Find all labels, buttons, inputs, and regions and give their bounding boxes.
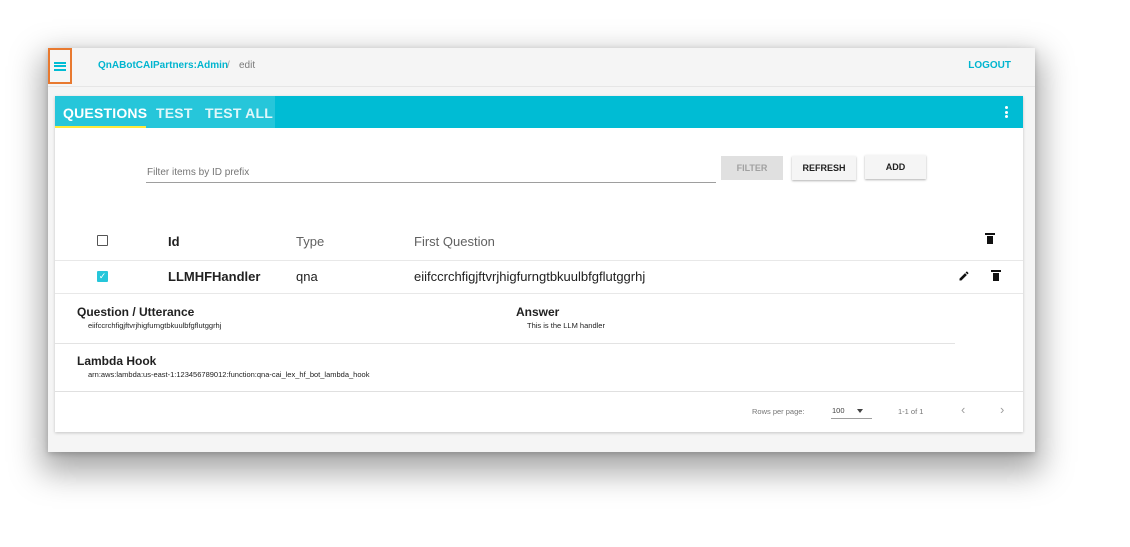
active-tab-indicator xyxy=(55,126,146,128)
lambda-hook-value: arn:aws:lambda:us-east-1:123456789012:fu… xyxy=(88,370,370,379)
divider xyxy=(55,260,1023,261)
column-header-first-question[interactable]: First Question xyxy=(414,234,495,249)
questions-card: QUESTIONS TEST TEST ALL FILTER REFRESH A… xyxy=(55,96,1023,432)
row-first-question: eiifccrchfigjftvrjhigfurngtbkuulbfgflutg… xyxy=(414,269,646,284)
tab-questions[interactable]: QUESTIONS xyxy=(63,105,147,121)
breadcrumb-current: edit xyxy=(239,60,256,71)
column-header-id[interactable]: Id xyxy=(168,234,180,249)
answer-label: Answer xyxy=(516,305,560,319)
filter-input[interactable] xyxy=(146,165,717,178)
divider xyxy=(55,293,1023,294)
tab-test-all[interactable]: TEST ALL xyxy=(205,105,273,121)
refresh-button[interactable]: REFRESH xyxy=(792,156,856,180)
breadcrumb-separator: / xyxy=(227,60,230,71)
more-vert-icon[interactable] xyxy=(1005,106,1008,118)
add-button[interactable]: ADD xyxy=(865,155,926,179)
chevron-right-icon[interactable]: › xyxy=(1000,402,1004,417)
question-utterance-label: Question / Utterance xyxy=(77,305,195,319)
tab-test[interactable]: TEST xyxy=(156,105,193,121)
select-all-checkbox[interactable] xyxy=(97,235,108,246)
divider xyxy=(55,391,1023,392)
rows-per-page-value: 100 xyxy=(832,406,845,415)
dropdown-arrow-icon xyxy=(857,409,863,413)
delete-selected-icon[interactable] xyxy=(985,233,995,244)
edit-icon[interactable] xyxy=(958,270,970,282)
delete-row-icon[interactable] xyxy=(991,270,1001,281)
breadcrumb-bot-link[interactable]: QnABotCAIPartners:Admin xyxy=(98,60,228,71)
logout-button[interactable]: LOGOUT xyxy=(968,60,1011,71)
rows-per-page-label: Rows per page: xyxy=(752,407,805,416)
menu-button[interactable] xyxy=(48,48,72,84)
app-window: QnABotCAIPartners:Admin / edit LOGOUT QU… xyxy=(48,48,1035,452)
answer-value: This is the LLM handler xyxy=(527,321,605,330)
question-utterance-value: eiifccrchfigjftvrjhigfurngtbkuulbfgflutg… xyxy=(88,321,222,330)
top-app-bar: QnABotCAIPartners:Admin / edit LOGOUT xyxy=(48,48,1035,87)
column-header-type[interactable]: Type xyxy=(296,234,324,249)
pagination-range: 1-1 of 1 xyxy=(898,407,924,416)
divider xyxy=(55,343,955,344)
hamburger-menu-icon xyxy=(54,61,66,71)
chevron-left-icon[interactable]: ‹ xyxy=(961,402,965,417)
row-checkbox[interactable]: ✓ xyxy=(97,271,108,282)
tab-bar: QUESTIONS TEST TEST ALL xyxy=(55,96,1023,128)
lambda-hook-label: Lambda Hook xyxy=(77,354,157,368)
filter-field xyxy=(146,162,717,183)
row-type: qna xyxy=(296,269,318,284)
filter-button[interactable]: FILTER xyxy=(721,156,783,180)
row-id: LLMHFHandler xyxy=(168,269,261,284)
rows-per-page-select[interactable]: 100 xyxy=(831,404,872,419)
